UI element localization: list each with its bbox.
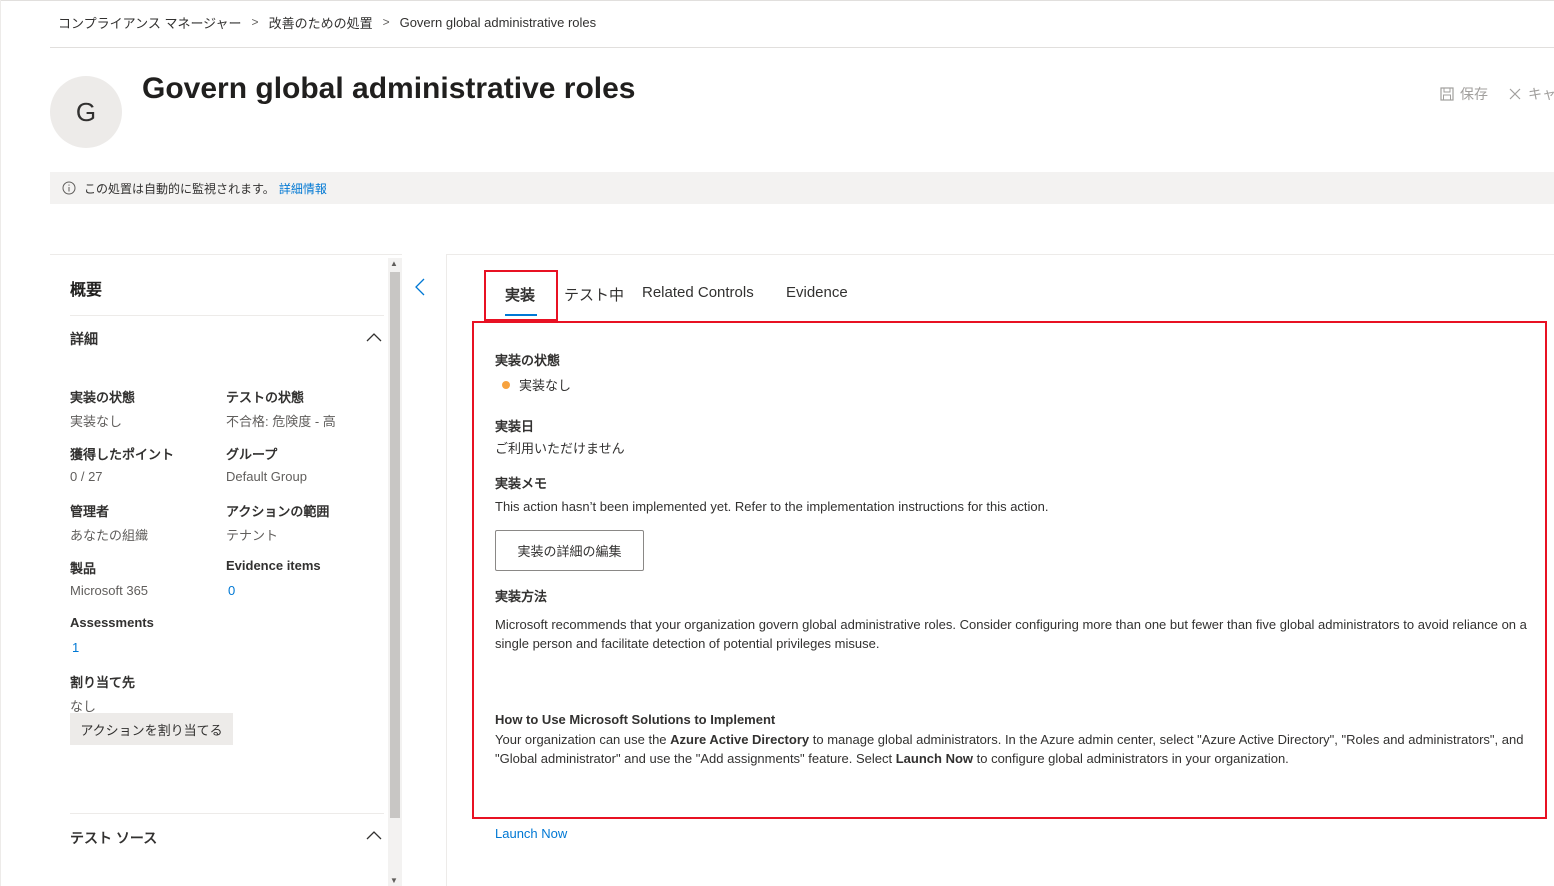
save-button[interactable]: 保存 <box>1440 84 1488 104</box>
howto-text: Your organization can use the Azure Acti… <box>495 730 1535 768</box>
details-heading: 詳細 <box>70 331 98 347</box>
impl-method-text: Microsoft recommends that your organizat… <box>495 617 1527 651</box>
tab-highlight-box <box>484 270 558 321</box>
breadcrumb-compliance-manager[interactable]: コンプライアンス マネージャー <box>58 13 242 32</box>
cancel-label: キャ <box>1528 86 1554 102</box>
save-icon <box>1440 87 1454 101</box>
test-status-value: 不合格: 危険度 - 高 <box>226 414 336 429</box>
panel-divider <box>446 254 447 886</box>
overview-divider <box>70 315 384 316</box>
status-dot-icon <box>502 381 510 389</box>
scroll-down-arrow-icon[interactable]: ▼ <box>390 876 398 885</box>
cancel-button[interactable]: キャ <box>1508 84 1554 104</box>
test-source-heading: テスト ソース <box>70 830 158 846</box>
tab-evidence[interactable]: Evidence <box>786 284 848 301</box>
howto-text-part: Your organization can use the <box>495 732 671 747</box>
save-label: 保存 <box>1460 86 1488 102</box>
test-source-divider <box>70 813 384 814</box>
admin-value: あなたの組織 <box>70 528 149 543</box>
collapse-panel-button[interactable] <box>410 276 430 298</box>
impl-status-value: 実装なし <box>70 414 123 429</box>
chevron-up-icon <box>366 333 382 342</box>
breadcrumb-current: Govern global administrative roles <box>399 14 597 30</box>
test-source-collapse-button[interactable] <box>364 825 384 845</box>
info-icon <box>62 181 76 195</box>
impl-method-heading: 実装方法 <box>495 589 548 604</box>
info-bar: この処置は自動的に監視されます。 詳細情報 <box>50 172 1554 204</box>
product-value: Microsoft 365 <box>70 583 149 598</box>
learn-more-link[interactable]: 詳細情報 <box>279 180 327 197</box>
impl-notes-heading: 実装メモ <box>495 476 548 491</box>
howto-bold-aad: Azure Active Directory <box>670 732 810 747</box>
impl-status-heading: 実装の状態 <box>495 353 561 368</box>
breadcrumb: コンプライアンス マネージャー > 改善のための処置 > Govern glob… <box>58 12 596 32</box>
avatar: G <box>50 76 122 148</box>
scope-value: テナント <box>226 528 279 543</box>
assigned-to-label: 割り当て先 <box>70 675 136 690</box>
impl-notes-text: This action hasn’t been implemented yet.… <box>495 499 1049 514</box>
points-value: 0 / 27 <box>70 469 103 484</box>
impl-status-label: 実装の状態 <box>70 390 136 405</box>
test-status-label: テストの状態 <box>226 390 305 405</box>
tab-testing[interactable]: テスト中 <box>564 284 624 305</box>
details-collapse-button[interactable] <box>364 327 384 347</box>
howto-heading: How to Use Microsoft Solutions to Implem… <box>495 712 776 727</box>
scroll-up-arrow-icon[interactable]: ▲ <box>390 259 398 268</box>
admin-label: 管理者 <box>70 504 110 519</box>
breadcrumb-separator: > <box>382 15 390 29</box>
close-icon <box>1509 88 1521 100</box>
overview-title: 概要 <box>70 282 103 299</box>
chevron-up-icon <box>366 831 382 840</box>
breadcrumb-improvement-actions[interactable]: 改善のための処置 <box>269 13 373 32</box>
content-top-divider <box>446 254 1554 255</box>
evidence-items-link[interactable]: 0 <box>228 583 235 598</box>
edit-implementation-button[interactable]: 実装の詳細の編集 <box>495 530 644 571</box>
product-label: 製品 <box>70 561 97 576</box>
panel-scrollbar-thumb[interactable] <box>390 272 400 818</box>
tab-related-controls[interactable]: Related Controls <box>642 284 754 301</box>
group-value: Default Group <box>226 469 307 484</box>
page-title: Govern global administrative roles <box>142 72 636 105</box>
assessments-link[interactable]: 1 <box>72 640 79 655</box>
points-label: 獲得したポイント <box>70 447 175 462</box>
breadcrumb-divider <box>50 47 1554 48</box>
breadcrumb-separator: > <box>251 15 259 29</box>
launch-now-link[interactable]: Launch Now <box>495 826 567 841</box>
evidence-items-label: Evidence items <box>226 558 321 573</box>
chevron-left-icon <box>415 278 425 296</box>
assign-action-button[interactable]: アクションを割り当てる <box>70 713 233 745</box>
top-border <box>0 0 1554 1</box>
scope-label: アクションの範囲 <box>226 504 330 519</box>
avatar-letter: G <box>75 96 97 127</box>
assessments-label: Assessments <box>70 615 154 630</box>
impl-date-text: ご利用いただけません <box>495 441 625 456</box>
info-text: この処置は自動的に監視されます。 <box>84 181 275 196</box>
impl-date-heading: 実装日 <box>495 419 535 434</box>
howto-text-part: to configure global administrators in yo… <box>973 751 1289 766</box>
impl-status-text: 実装なし <box>519 378 572 393</box>
group-label: グループ <box>226 447 278 462</box>
left-border <box>0 0 1 886</box>
howto-bold-launch: Launch Now <box>895 751 974 766</box>
